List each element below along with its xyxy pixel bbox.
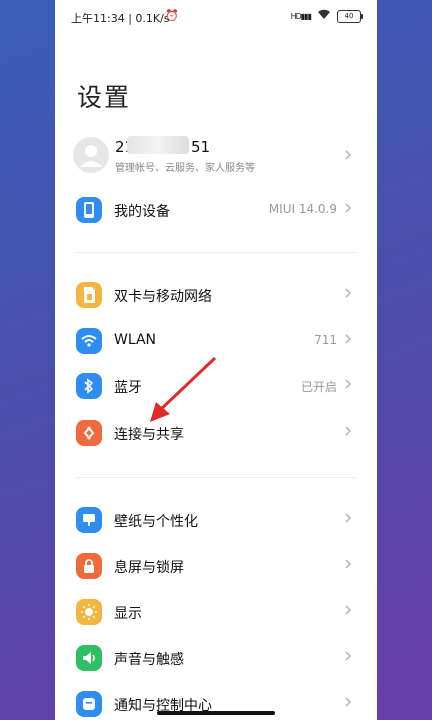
settings-screen: 上午11:34 | 0.1K/s ⏰ HD▮▮▮ 40 设置 21 51 管理帐… — [55, 0, 377, 720]
red-arrow-annotation — [150, 356, 217, 422]
arrow-shaft — [156, 356, 217, 414]
home-indicator[interactable] — [157, 711, 275, 715]
